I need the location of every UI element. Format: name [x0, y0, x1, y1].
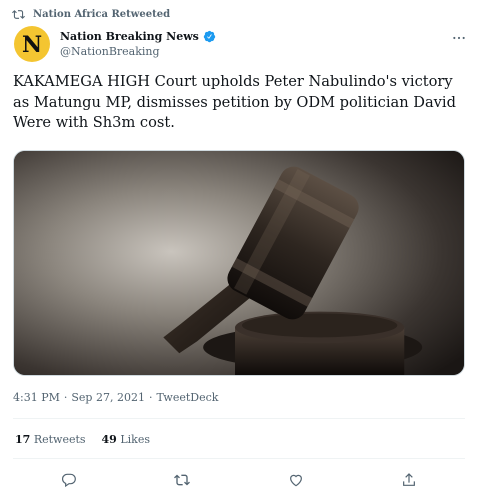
- retweet-icon: [12, 9, 25, 19]
- likes-count: 49: [101, 433, 117, 446]
- retweet-button[interactable]: [167, 465, 197, 495]
- tweet-image[interactable]: [13, 150, 465, 376]
- tweet-text: KAKAMEGA HIGH Court upholds Peter Nabuli…: [13, 73, 456, 131]
- share-icon: [403, 473, 415, 486]
- handle[interactable]: @NationBreaking: [60, 45, 216, 58]
- retweets-count: 17: [15, 433, 31, 446]
- tweet-source[interactable]: TweetDeck: [156, 391, 218, 404]
- gavel-image-icon: [14, 151, 464, 375]
- tweet-stats: 17 Retweets 49 Likes: [15, 433, 150, 446]
- verified-badge-icon: [203, 30, 216, 43]
- retweet-icon: [174, 474, 190, 486]
- name-row: Nation Breaking News: [60, 30, 216, 43]
- avatar-letter: N: [21, 31, 43, 58]
- likes-stat[interactable]: 49 Likes: [102, 433, 150, 446]
- tweet-actions: [0, 465, 478, 495]
- like-button[interactable]: [281, 465, 311, 495]
- tweet-date[interactable]: Sep 27, 2021: [71, 391, 145, 404]
- reply-icon: [62, 473, 76, 488]
- retweeted-by-label: Nation Africa Retweeted: [33, 8, 171, 20]
- display-name[interactable]: Nation Breaking News: [60, 30, 199, 43]
- more-options-icon[interactable]: [450, 29, 468, 47]
- tweet-header: N Nation Breaking News @NationBreaking: [14, 24, 468, 64]
- retweets-label: Retweets: [33, 433, 86, 446]
- reply-button[interactable]: [54, 465, 84, 495]
- author-names: Nation Breaking News @NationBreaking: [60, 30, 216, 58]
- retweeted-by[interactable]: Nation Africa Retweeted: [12, 6, 170, 22]
- avatar[interactable]: N: [14, 26, 50, 62]
- retweets-stat[interactable]: 17 Retweets: [15, 433, 86, 446]
- meta-separator: ·: [63, 391, 68, 404]
- like-icon: [290, 474, 302, 487]
- divider: [13, 458, 465, 459]
- divider: [13, 418, 465, 419]
- meta-separator: ·: [148, 391, 153, 404]
- likes-label: Likes: [120, 433, 150, 446]
- tweet-time[interactable]: 4:31 PM: [13, 391, 60, 404]
- share-button[interactable]: [394, 465, 424, 495]
- tweet-meta: 4:31 PM · Sep 27, 2021 · TweetDeck: [13, 391, 218, 404]
